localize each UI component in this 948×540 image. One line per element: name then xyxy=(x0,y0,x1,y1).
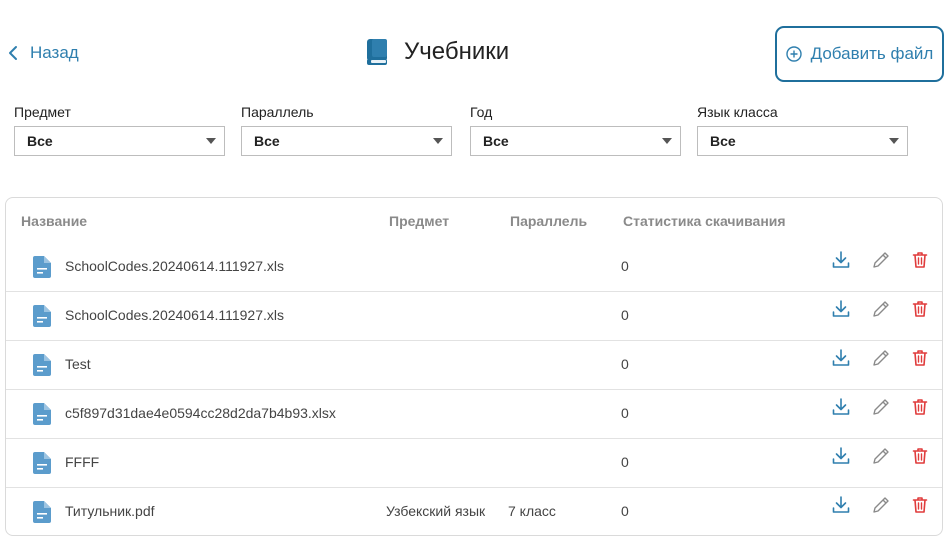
file-name: SchoolCodes.20240614.111927.xls xyxy=(65,258,284,274)
file-icon xyxy=(33,403,51,425)
plus-circle-icon xyxy=(785,46,802,62)
caret-down-icon xyxy=(662,138,672,144)
table-row: FFFF 0 xyxy=(6,439,942,488)
file-icon xyxy=(33,501,51,523)
pencil-icon[interactable] xyxy=(871,446,891,466)
filter-class-language-select[interactable]: Все xyxy=(697,126,908,156)
filter-year-value: Все xyxy=(483,133,509,149)
table-header: Название Предмет Параллель Статистика ск… xyxy=(6,198,942,243)
filter-parallel-label: Параллель xyxy=(241,104,314,120)
file-icon xyxy=(33,452,51,474)
trash-icon[interactable] xyxy=(910,250,930,270)
filter-class-language: Язык класса Все xyxy=(697,103,908,156)
pencil-icon[interactable] xyxy=(871,250,891,270)
trash-icon[interactable] xyxy=(910,397,930,417)
file-downloads: 0 xyxy=(621,307,629,323)
download-icon[interactable] xyxy=(831,348,851,368)
table-row: SchoolCodes.20240614.111927.xls 0 xyxy=(6,243,942,292)
chevron-left-icon xyxy=(9,46,17,60)
page-title: Учебники xyxy=(404,38,510,65)
caret-down-icon xyxy=(889,138,899,144)
add-file-label: Добавить файл xyxy=(810,44,934,63)
column-parallel-header: Параллель xyxy=(510,213,588,229)
add-file-button[interactable]: Добавить файл xyxy=(775,26,944,82)
file-downloads: 0 xyxy=(621,503,629,519)
column-subject-header: Предмет xyxy=(389,213,450,229)
pencil-icon[interactable] xyxy=(871,397,891,417)
table-body: SchoolCodes.20240614.111927.xls 0 School… xyxy=(6,243,942,535)
trash-icon[interactable] xyxy=(910,299,930,319)
file-name: SchoolCodes.20240614.111927.xls xyxy=(65,307,284,323)
file-name: c5f897d31dae4e0594cc28d2da7b4b93.xlsx xyxy=(65,405,336,421)
file-downloads: 0 xyxy=(621,454,629,470)
book-icon xyxy=(367,39,387,65)
file-icon xyxy=(33,256,51,278)
back-label: Назад xyxy=(30,43,79,62)
back-link[interactable]: Назад xyxy=(8,43,79,63)
trash-icon[interactable] xyxy=(910,495,930,515)
pencil-icon[interactable] xyxy=(871,495,891,515)
file-downloads: 0 xyxy=(621,405,629,421)
column-stats-header: Статистика скачивания xyxy=(623,213,786,229)
download-icon[interactable] xyxy=(831,299,851,319)
page-title-group: Учебники xyxy=(366,38,509,66)
file-name: FFFF xyxy=(65,454,100,470)
caret-down-icon xyxy=(433,138,443,144)
table-row: Титульник.pdf Узбекский язык 7 класс 0 xyxy=(6,488,942,535)
download-icon[interactable] xyxy=(831,495,851,515)
pencil-icon[interactable] xyxy=(871,299,891,319)
header: Назад Учебники Добавить файл xyxy=(0,0,948,100)
file-parallel: 7 класс xyxy=(508,503,556,519)
filter-year-select[interactable]: Все xyxy=(470,126,681,156)
filter-year-label: Год xyxy=(470,104,493,120)
column-name-header: Название xyxy=(21,213,88,229)
pencil-icon[interactable] xyxy=(871,348,891,368)
file-subject: Узбекский язык xyxy=(386,503,486,519)
filter-subject-value: Все xyxy=(27,133,53,149)
file-name: Test xyxy=(65,356,91,372)
filter-year: Год Все xyxy=(470,103,681,156)
filter-parallel-select[interactable]: Все xyxy=(241,126,452,156)
filter-class-language-label: Язык класса xyxy=(697,104,778,120)
trash-icon[interactable] xyxy=(910,446,930,466)
file-icon xyxy=(33,305,51,327)
file-downloads: 0 xyxy=(621,356,629,372)
caret-down-icon xyxy=(206,138,216,144)
file-icon xyxy=(33,354,51,376)
table-row: Test 0 xyxy=(6,341,942,390)
download-icon[interactable] xyxy=(831,397,851,417)
filter-parallel: Параллель Все xyxy=(241,103,452,156)
download-icon[interactable] xyxy=(831,446,851,466)
table-row: c5f897d31dae4e0594cc28d2da7b4b93.xlsx 0 xyxy=(6,390,942,439)
filter-subject-label: Предмет xyxy=(14,104,71,120)
filter-class-language-value: Все xyxy=(710,133,736,149)
download-icon[interactable] xyxy=(831,250,851,270)
filter-parallel-value: Все xyxy=(254,133,280,149)
filter-subject-select[interactable]: Все xyxy=(14,126,225,156)
files-table: Название Предмет Параллель Статистика ск… xyxy=(5,197,943,536)
trash-icon[interactable] xyxy=(910,348,930,368)
file-name: Титульник.pdf xyxy=(65,503,155,519)
table-row: SchoolCodes.20240614.111927.xls 0 xyxy=(6,292,942,341)
filter-subject: Предмет Все xyxy=(14,103,225,156)
file-downloads: 0 xyxy=(621,258,629,274)
